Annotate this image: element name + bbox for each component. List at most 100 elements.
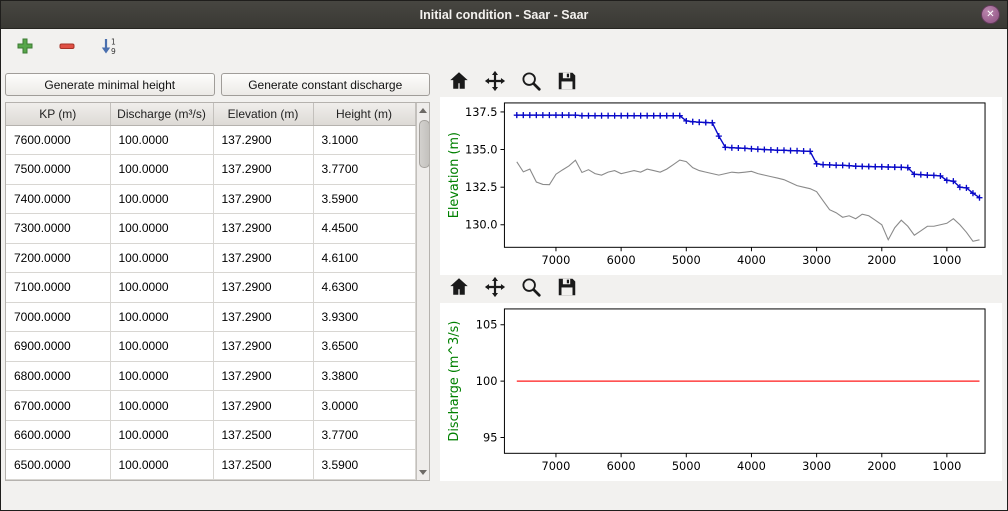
table-cell[interactable]: 100.0000 <box>110 332 213 362</box>
table-cell[interactable]: 100.0000 <box>110 155 213 185</box>
zoom-button[interactable] <box>516 69 546 95</box>
table-scrollbar[interactable] <box>416 103 430 480</box>
titlebar[interactable]: Initial condition - Saar - Saar ✕ <box>1 1 1007 29</box>
home-button[interactable] <box>444 69 474 95</box>
table-cell[interactable]: 137.2900 <box>213 184 313 214</box>
add-row-button[interactable] <box>11 34 39 60</box>
table-cell[interactable]: 137.2900 <box>213 243 313 273</box>
table-cell[interactable]: 7300.0000 <box>6 214 110 244</box>
column-header[interactable]: Discharge (m³/s) <box>110 103 213 125</box>
scroll-down-button[interactable] <box>417 465 430 480</box>
table-cell[interactable]: 3.0000 <box>313 391 415 421</box>
svg-text:100: 100 <box>476 374 498 388</box>
table-cell[interactable]: 3.3800 <box>313 361 415 391</box>
table-cell[interactable]: 137.2900 <box>213 332 313 362</box>
table-cell[interactable]: 137.2900 <box>213 302 313 332</box>
table-cell[interactable]: 4.6300 <box>313 273 415 303</box>
svg-text:105: 105 <box>476 318 498 332</box>
svg-text:1: 1 <box>111 37 116 46</box>
svg-text:7000: 7000 <box>541 459 570 473</box>
table-cell[interactable]: 6700.0000 <box>6 391 110 421</box>
table-cell[interactable]: 4.6100 <box>313 243 415 273</box>
table-cell[interactable]: 100.0000 <box>110 243 213 273</box>
table-cell[interactable]: 100.0000 <box>110 420 213 450</box>
column-header[interactable]: Height (m) <box>313 103 415 125</box>
save-button[interactable] <box>552 69 582 95</box>
scrollbar-thumb[interactable] <box>419 120 430 168</box>
pan-icon <box>484 70 506 95</box>
discharge-chart-toolbar <box>440 275 1003 301</box>
table-cell[interactable]: 6900.0000 <box>6 332 110 362</box>
table-cell[interactable]: 7500.0000 <box>6 155 110 185</box>
table-row[interactable]: 7400.0000100.0000137.29003.5900 <box>6 184 415 214</box>
save-button[interactable] <box>552 275 582 301</box>
table-cell[interactable]: 100.0000 <box>110 214 213 244</box>
table-cell[interactable]: 3.5900 <box>313 450 415 480</box>
table-row[interactable]: 7300.0000100.0000137.29004.4500 <box>6 214 415 244</box>
table-cell[interactable]: 7600.0000 <box>6 125 110 155</box>
remove-icon <box>58 37 76 58</box>
discharge-chart[interactable]: 700060005000400030002000100095100105Disc… <box>440 303 1002 481</box>
close-icon: ✕ <box>986 9 994 20</box>
generate-minimal-height-button[interactable]: Generate minimal height <box>5 73 215 96</box>
table-row[interactable]: 7100.0000100.0000137.29004.6300 <box>6 273 415 303</box>
table-cell[interactable]: 100.0000 <box>110 125 213 155</box>
table-cell[interactable]: 100.0000 <box>110 361 213 391</box>
column-header[interactable]: KP (m) <box>6 103 110 125</box>
table-cell[interactable]: 100.0000 <box>110 302 213 332</box>
table-cell[interactable]: 137.2900 <box>213 155 313 185</box>
table-cell[interactable]: 4.4500 <box>313 214 415 244</box>
table-cell[interactable]: 3.9300 <box>313 302 415 332</box>
table-row[interactable]: 6500.0000100.0000137.25003.5900 <box>6 450 415 480</box>
table-cell[interactable]: 7400.0000 <box>6 184 110 214</box>
column-header[interactable]: Elevation (m) <box>213 103 313 125</box>
close-button[interactable]: ✕ <box>981 5 1000 24</box>
pan-button[interactable] <box>480 69 510 95</box>
sort-rows-button[interactable]: 1 9 <box>95 34 123 60</box>
table-cell[interactable]: 6600.0000 <box>6 420 110 450</box>
table-row[interactable]: 7000.0000100.0000137.29003.9300 <box>6 302 415 332</box>
add-icon <box>16 37 34 58</box>
table-cell[interactable]: 137.2900 <box>213 125 313 155</box>
table-cell[interactable]: 137.2900 <box>213 214 313 244</box>
zoom-button[interactable] <box>516 275 546 301</box>
table-cell[interactable]: 100.0000 <box>110 273 213 303</box>
svg-text:9: 9 <box>111 47 116 55</box>
table-cell[interactable]: 3.6500 <box>313 332 415 362</box>
table-cell[interactable]: 137.2900 <box>213 391 313 421</box>
table-cell[interactable]: 3.5900 <box>313 184 415 214</box>
table-row[interactable]: 6600.0000100.0000137.25003.7700 <box>6 420 415 450</box>
table-cell[interactable]: 137.2900 <box>213 273 313 303</box>
remove-row-button[interactable] <box>53 34 81 60</box>
table-row[interactable]: 7600.0000100.0000137.29003.1000 <box>6 125 415 155</box>
svg-text:3000: 3000 <box>802 459 831 473</box>
table-cell[interactable]: 137.2500 <box>213 420 313 450</box>
table-row[interactable]: 7500.0000100.0000137.29003.7700 <box>6 155 415 185</box>
table-cell[interactable]: 100.0000 <box>110 184 213 214</box>
table-cell[interactable]: 6500.0000 <box>6 450 110 480</box>
right-panel: 7000600050004000300020001000130.0132.513… <box>434 69 1007 481</box>
table-cell[interactable]: 137.2500 <box>213 450 313 480</box>
table-cell[interactable]: 3.7700 <box>313 420 415 450</box>
table-cell[interactable]: 6800.0000 <box>6 361 110 391</box>
main-content: Generate minimal height Generate constan… <box>1 65 1007 481</box>
elevation-chart[interactable]: 7000600050004000300020001000130.0132.513… <box>440 97 1002 275</box>
scrollbar-track[interactable] <box>417 118 430 465</box>
table-row[interactable]: 6700.0000100.0000137.29003.0000 <box>6 391 415 421</box>
home-button[interactable] <box>444 275 474 301</box>
table-cell[interactable]: 7100.0000 <box>6 273 110 303</box>
table-cell[interactable]: 7200.0000 <box>6 243 110 273</box>
table-cell[interactable]: 7000.0000 <box>6 302 110 332</box>
initial-condition-table[interactable]: KP (m)Discharge (m³/s)Elevation (m)Heigh… <box>6 103 416 480</box>
table-cell[interactable]: 100.0000 <box>110 450 213 480</box>
generate-constant-discharge-button[interactable]: Generate constant discharge <box>221 73 431 96</box>
table-row[interactable]: 6800.0000100.0000137.29003.3800 <box>6 361 415 391</box>
table-cell[interactable]: 3.1000 <box>313 125 415 155</box>
table-cell[interactable]: 100.0000 <box>110 391 213 421</box>
scroll-up-button[interactable] <box>417 103 430 118</box>
table-cell[interactable]: 137.2900 <box>213 361 313 391</box>
table-row[interactable]: 6900.0000100.0000137.29003.6500 <box>6 332 415 362</box>
table-cell[interactable]: 3.7700 <box>313 155 415 185</box>
pan-button[interactable] <box>480 275 510 301</box>
table-row[interactable]: 7200.0000100.0000137.29004.6100 <box>6 243 415 273</box>
